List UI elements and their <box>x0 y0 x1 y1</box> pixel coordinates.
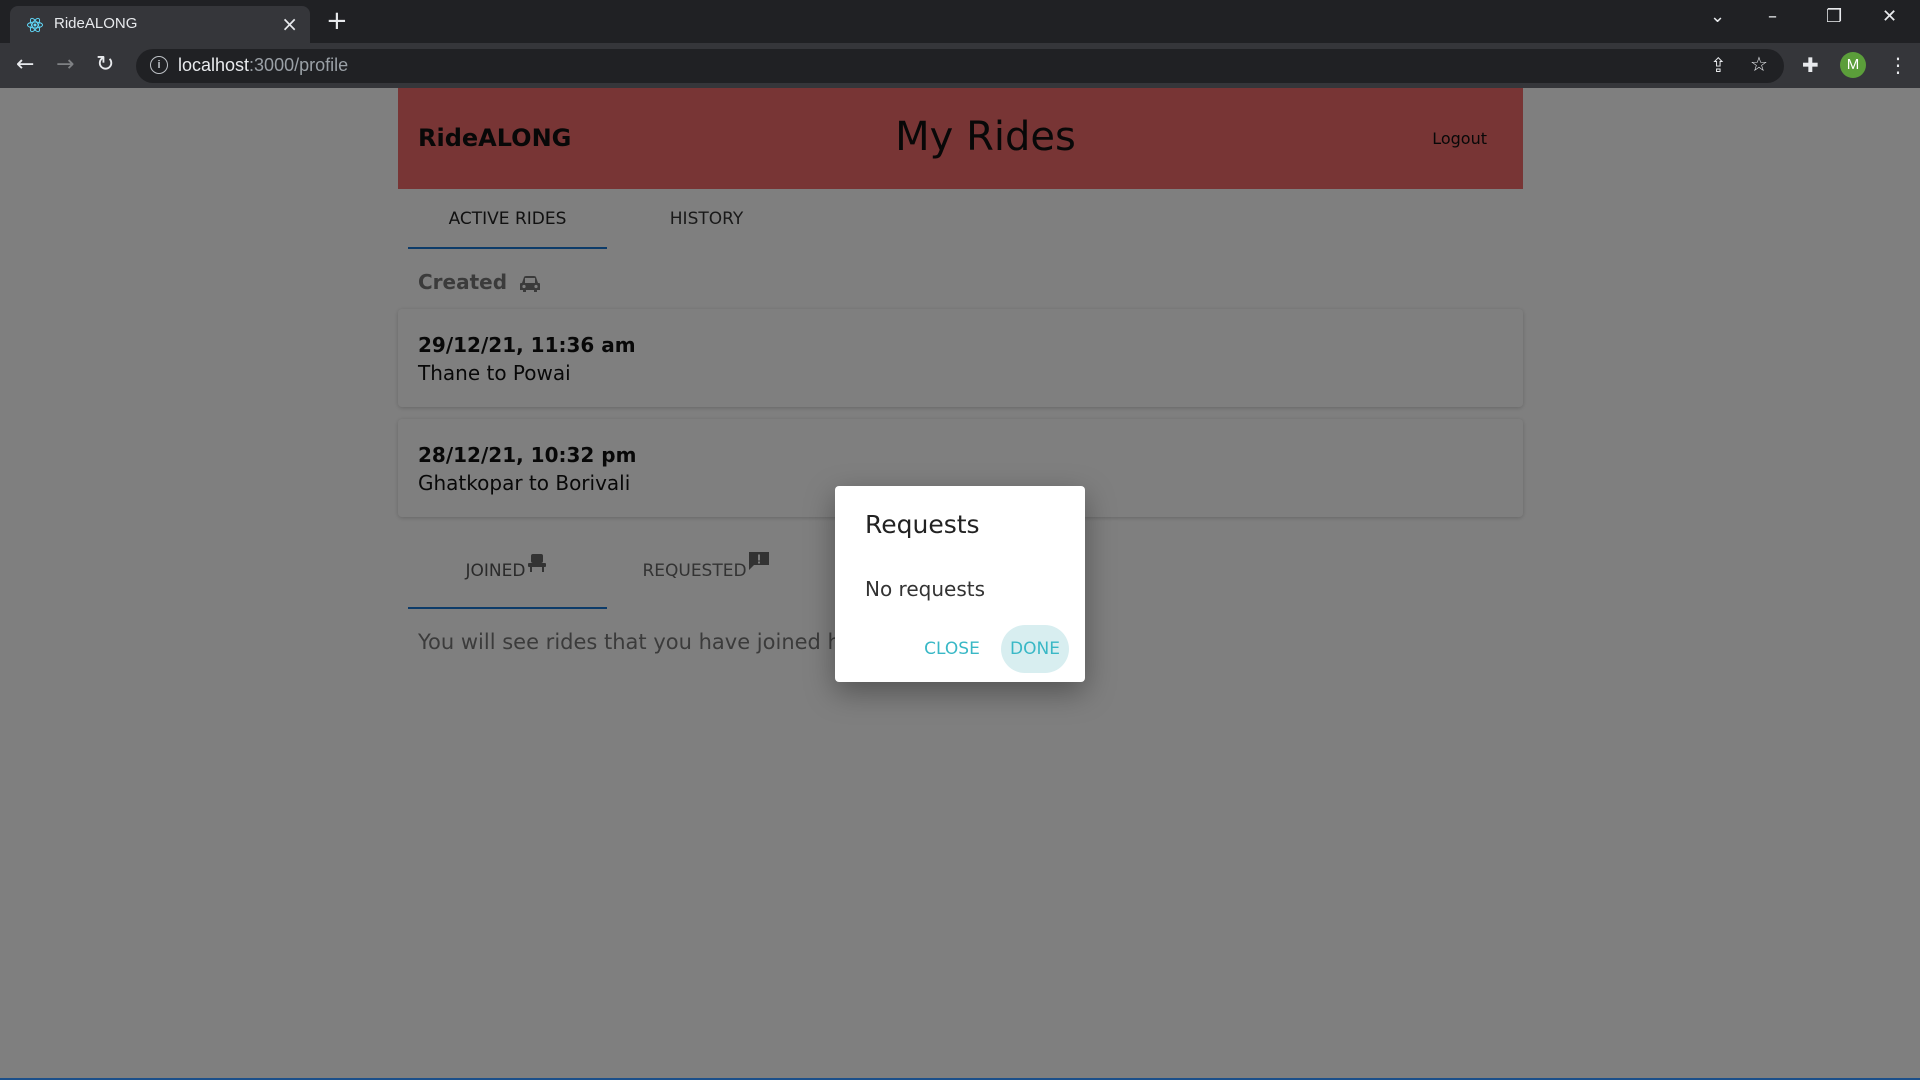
extensions-icon[interactable]: ✚ <box>1802 53 1819 77</box>
close-button[interactable]: CLOSE <box>913 625 991 673</box>
restore-icon[interactable]: ❐ <box>1826 6 1842 27</box>
done-button[interactable]: DONE <box>1001 625 1069 673</box>
window-close-icon[interactable]: ✕ <box>1882 6 1897 27</box>
react-icon <box>27 17 43 33</box>
browser-tab[interactable]: RideALONG × <box>10 6 310 43</box>
close-tab-icon[interactable]: × <box>281 12 298 36</box>
new-tab-icon[interactable]: + <box>326 8 348 34</box>
bookmark-star-icon[interactable]: ☆ <box>1750 52 1768 76</box>
forward-icon[interactable]: → <box>56 52 74 77</box>
browser-titlebar: RideALONG × + ⌄ – ❐ ✕ <box>0 0 1920 43</box>
back-icon[interactable]: ← <box>16 52 34 77</box>
browser-toolbar: ← → ↻ i localhost:3000/profile ⇪ ☆ ✚ M ⋮ <box>0 43 1920 88</box>
url-text[interactable]: localhost:3000/profile <box>178 55 348 76</box>
tab-title: RideALONG <box>54 15 138 32</box>
reload-icon[interactable]: ↻ <box>96 52 114 77</box>
site-info-icon[interactable]: i <box>150 56 168 74</box>
tab-search-icon[interactable]: ⌄ <box>1710 6 1725 27</box>
menu-icon[interactable]: ⋮ <box>1888 53 1908 77</box>
dialog-title: Requests <box>865 510 980 539</box>
requests-dialog: Requests No requests CLOSE DONE <box>835 486 1085 682</box>
share-icon[interactable]: ⇪ <box>1710 53 1727 77</box>
profile-avatar[interactable]: M <box>1840 52 1866 78</box>
address-bar[interactable]: i localhost:3000/profile ⇪ ☆ <box>136 49 1784 83</box>
minimize-icon[interactable]: – <box>1768 6 1777 27</box>
dialog-body: No requests <box>865 577 985 601</box>
